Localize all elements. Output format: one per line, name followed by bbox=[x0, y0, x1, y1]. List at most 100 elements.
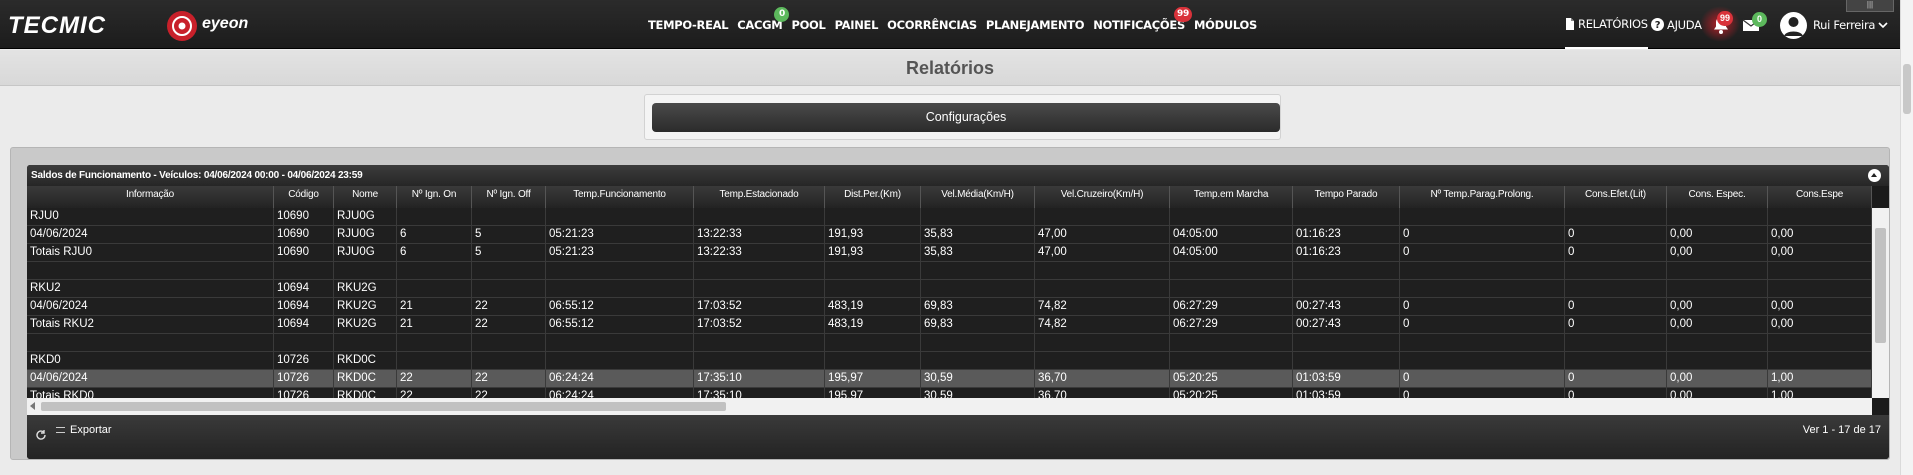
config-button[interactable]: Configurações bbox=[652, 103, 1280, 132]
table-cell bbox=[546, 352, 694, 369]
table-cell bbox=[694, 352, 825, 369]
column-header[interactable]: Nº Temp.Parag.Prolong. bbox=[1400, 186, 1565, 208]
eyeon-logo[interactable]: eyeon bbox=[166, 10, 276, 42]
menu-cacgm[interactable]: CACGM 0 bbox=[737, 6, 790, 32]
table-cell bbox=[334, 334, 397, 351]
svg-text:TECMIC: TECMIC bbox=[8, 12, 106, 38]
column-header[interactable]: Cons.Efet.(Lit) bbox=[1565, 186, 1667, 208]
table-cell: 0,00 bbox=[1768, 226, 1872, 243]
page-scroll-thumb[interactable] bbox=[1903, 64, 1911, 114]
column-header[interactable]: Nº Ign. On bbox=[397, 186, 472, 208]
table-cell bbox=[1565, 352, 1667, 369]
page-scrollbar[interactable] bbox=[1900, 0, 1913, 475]
menu-tempo-real[interactable]: TEMPO-REAL bbox=[648, 18, 729, 32]
table-row[interactable] bbox=[27, 334, 1872, 352]
table-cell: 04/06/2024 bbox=[27, 370, 274, 387]
table-cell: 05:21:23 bbox=[546, 244, 694, 261]
menu-planejamento[interactable]: PLANEJAMENTO bbox=[986, 18, 1085, 32]
table-cell: 04:05:00 bbox=[1170, 244, 1293, 261]
table-cell bbox=[825, 208, 921, 225]
table-cell bbox=[1667, 208, 1768, 225]
table-cell: 0 bbox=[1565, 244, 1667, 261]
table-row[interactable]: 04/06/2024 10690 RJU0G 6 5 05:21:23 13:22:33 19… bbox=[27, 226, 1872, 244]
table-cell: 483,19 bbox=[825, 316, 921, 333]
table-cell bbox=[1768, 280, 1872, 297]
table-row[interactable] bbox=[27, 262, 1872, 280]
column-header[interactable]: Cons. Espec. bbox=[1667, 186, 1768, 208]
column-header[interactable]: Temp.Funcionamento bbox=[546, 186, 694, 208]
tecmic-logo[interactable]: TECMIC bbox=[8, 12, 158, 38]
column-header[interactable]: Informação bbox=[27, 186, 274, 208]
table-cell: 13:22:33 bbox=[694, 244, 825, 261]
horizontal-scroll-thumb[interactable] bbox=[41, 402, 726, 411]
table-row[interactable]: 04/06/2024 10694 RKU2G 21 22 06:55:12 17:03:52… bbox=[27, 298, 1872, 316]
refresh-icon[interactable] bbox=[35, 429, 49, 443]
table-cell: RKD0C bbox=[334, 352, 397, 369]
table-row[interactable]: Totais RKD0 10726 RKD0C 22 22 06:24:24 17:35:1… bbox=[27, 388, 1872, 398]
table-cell bbox=[694, 334, 825, 351]
table-cell bbox=[1293, 334, 1400, 351]
menu-painel[interactable]: PAINEL bbox=[835, 18, 879, 32]
column-header[interactable]: Temp.em Marcha bbox=[1170, 186, 1293, 208]
table-cell: RJU0 bbox=[27, 208, 274, 225]
table-cell: 10694 bbox=[274, 298, 334, 315]
table-cell bbox=[921, 352, 1035, 369]
avatar bbox=[1780, 11, 1807, 39]
table-cell bbox=[921, 208, 1035, 225]
table-cell bbox=[921, 280, 1035, 297]
table-cell bbox=[546, 262, 694, 279]
table-row[interactable]: Totais RKU2 10694 RKU2G 21 22 06:55:12 17:03:5… bbox=[27, 316, 1872, 334]
table-cell: 06:27:29 bbox=[1170, 316, 1293, 333]
table-cell bbox=[472, 352, 546, 369]
scroll-left-arrow-icon[interactable] bbox=[30, 402, 35, 410]
table-row[interactable]: RKD0 10726 RKD0C bbox=[27, 352, 1872, 370]
menu-pool[interactable]: POOL bbox=[791, 18, 825, 32]
table-cell: 05:20:25 bbox=[1170, 388, 1293, 398]
table-row[interactable]: 04/06/2024 10726 RKD0C 22 22 06:24:24 17:35:10… bbox=[27, 370, 1872, 388]
corner-tab[interactable]: ||| bbox=[1846, 0, 1894, 12]
table-cell: 30,59 bbox=[921, 388, 1035, 398]
svg-text:eyeon: eyeon bbox=[202, 15, 248, 32]
menu-modulos[interactable]: MÓDULOS bbox=[1194, 18, 1257, 32]
page-title: Relatórios bbox=[905, 58, 995, 78]
vertical-scroll-thumb[interactable] bbox=[1875, 228, 1886, 343]
export-button[interactable]: Exportar bbox=[56, 424, 112, 436]
table-cell: 74,82 bbox=[1035, 316, 1170, 333]
document-icon bbox=[1566, 17, 1574, 30]
table-row[interactable]: RKU2 10694 RKU2G bbox=[27, 280, 1872, 298]
table-cell bbox=[1293, 208, 1400, 225]
column-header[interactable]: Dist.Per.(Km) bbox=[825, 186, 921, 208]
column-header[interactable]: Cons.Espe bbox=[1768, 186, 1872, 208]
menu-notificacoes[interactable]: NOTIFICAÇÕES 99 bbox=[1093, 6, 1192, 32]
table-cell: 0,00 bbox=[1667, 370, 1768, 387]
table-cell: 1,00 bbox=[1768, 370, 1872, 387]
menu-ajuda[interactable]: ? AJUDA bbox=[1651, 0, 1702, 49]
table-cell bbox=[1768, 334, 1872, 351]
table-cell bbox=[1035, 262, 1170, 279]
table-cell bbox=[694, 280, 825, 297]
table-cell: RJU0G bbox=[334, 244, 397, 261]
column-header[interactable]: Nº Ign. Off bbox=[472, 186, 546, 208]
column-header[interactable]: Temp.Estacionado bbox=[694, 186, 825, 208]
user-menu[interactable]: Rui Ferreira bbox=[1780, 10, 1888, 40]
menu-relatorios[interactable]: RELATÓRIOS bbox=[1565, 0, 1648, 49]
table-cell bbox=[1667, 262, 1768, 279]
table-cell bbox=[1400, 352, 1565, 369]
collapse-icon[interactable] bbox=[1868, 169, 1881, 182]
table-cell: 47,00 bbox=[1035, 226, 1170, 243]
table-cell: 0 bbox=[1400, 370, 1565, 387]
menu-ocorrencias[interactable]: OCORRÊNCIAS bbox=[887, 18, 977, 32]
column-header[interactable]: Vel.Cruzeiro(Km/H) bbox=[1035, 186, 1170, 208]
column-header[interactable]: Tempo Parado bbox=[1293, 186, 1400, 208]
column-header[interactable]: Código bbox=[274, 186, 334, 208]
table-cell bbox=[334, 262, 397, 279]
vertical-scrollbar[interactable] bbox=[1872, 208, 1889, 398]
table-cell bbox=[1293, 280, 1400, 297]
table-cell: 36,70 bbox=[1035, 388, 1170, 398]
table-row[interactable]: Totais RJU0 10690 RJU0G 6 5 05:21:23 13:22:33 1… bbox=[27, 244, 1872, 262]
column-header[interactable]: Nome bbox=[334, 186, 397, 208]
column-header[interactable]: Vel.Média(Km/H) bbox=[921, 186, 1035, 208]
horizontal-scrollbar[interactable] bbox=[27, 398, 1872, 415]
table-cell: 17:35:10 bbox=[694, 370, 825, 387]
table-row[interactable]: RJU0 10690 RJU0G bbox=[27, 208, 1872, 226]
